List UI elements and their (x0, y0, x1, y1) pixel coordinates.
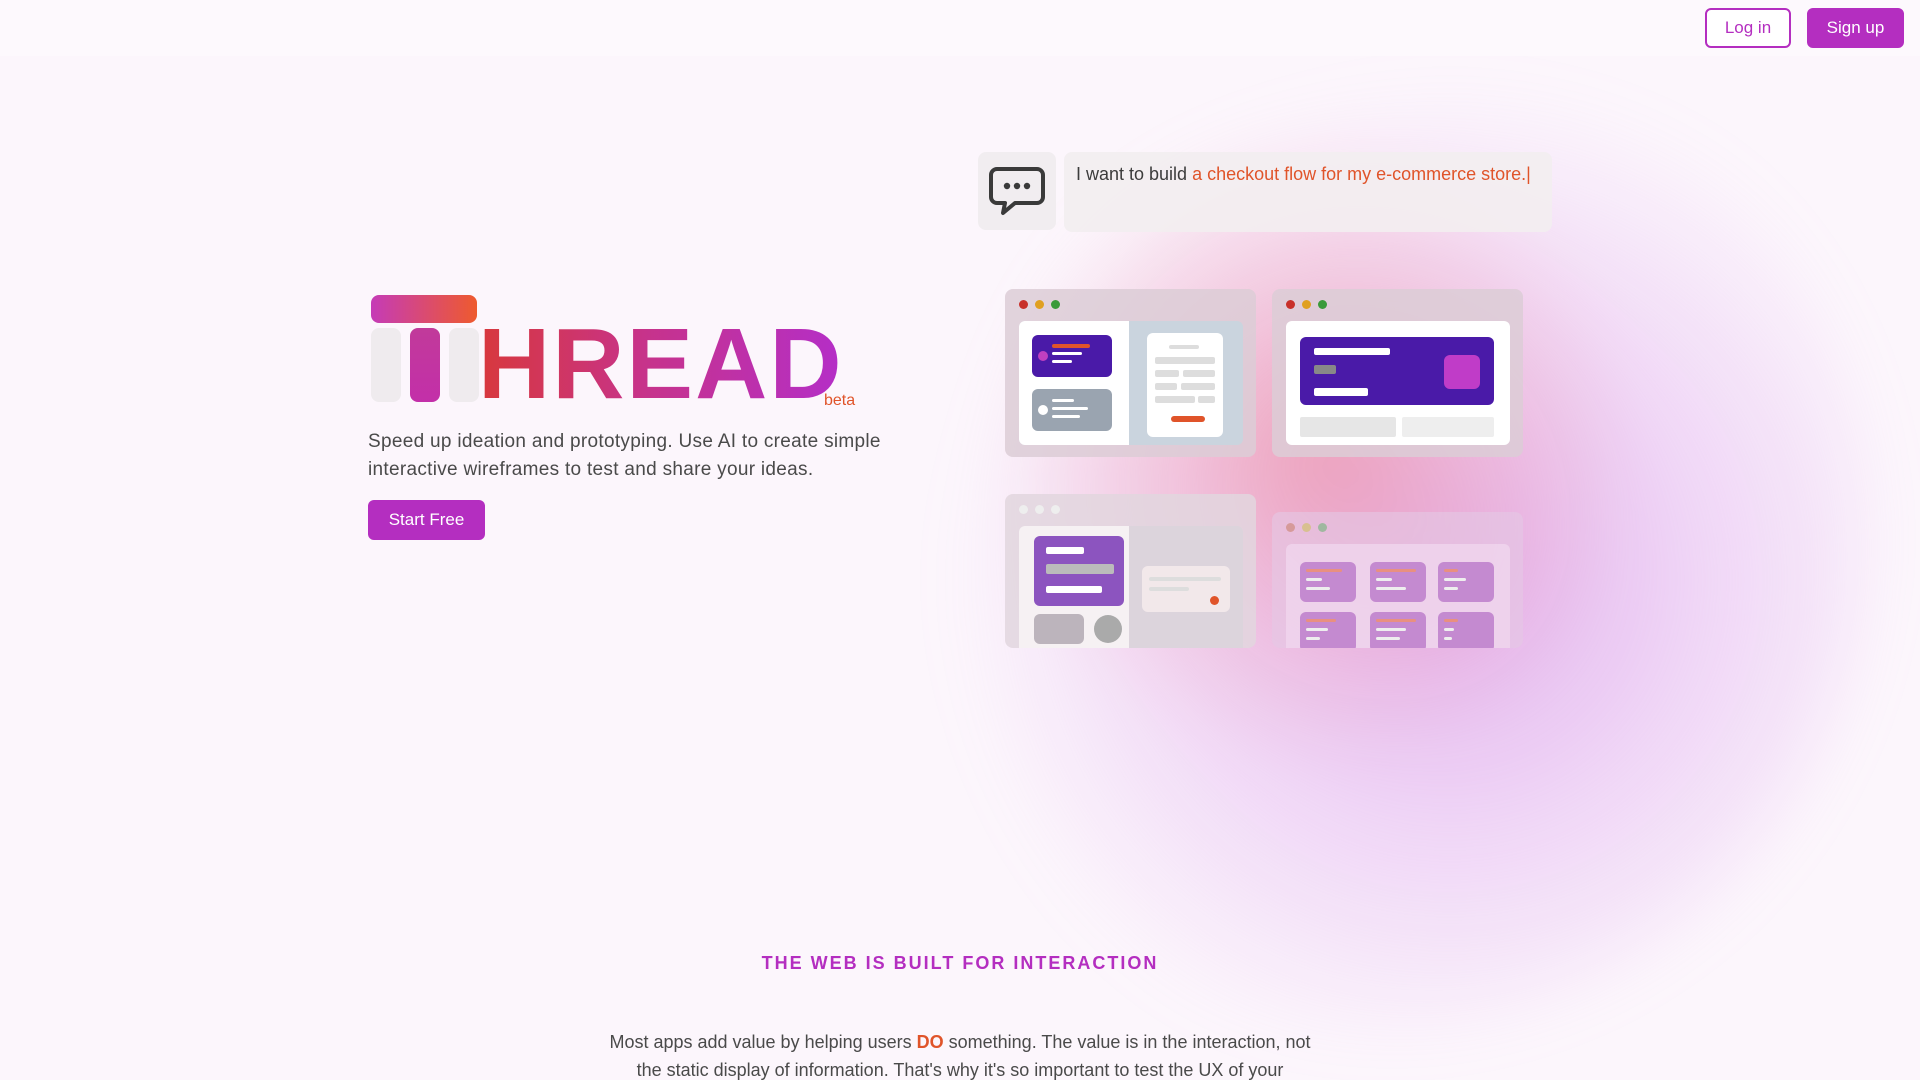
logo-pill (371, 328, 401, 402)
window-controls (1019, 300, 1060, 309)
section-text-start: Most apps add value by helping users (609, 1032, 917, 1052)
chat-bubble-icon (978, 152, 1056, 230)
section-heading: THE WEB IS BUILT FOR INTERACTION (761, 953, 1159, 973)
thread-logo: HREAD (368, 292, 888, 416)
login-button[interactable]: Log in (1705, 8, 1791, 48)
start-free-button[interactable]: Start Free (368, 500, 485, 540)
section-paragraph: Most apps add value by helping users DO … (600, 1028, 1320, 1080)
wireframe-card-dashboard (1005, 289, 1256, 457)
logo-pill (449, 328, 479, 402)
signup-button[interactable]: Sign up (1807, 8, 1904, 48)
prompt-text-box: I want to build a checkout flow for my e… (1064, 152, 1552, 232)
logo-pill-accent (410, 328, 440, 402)
prompt-highlight: a checkout flow for my e-commerce store.… (1192, 164, 1531, 184)
beta-badge: beta (824, 392, 856, 409)
logo-top-bar (371, 295, 477, 323)
window-controls (1286, 523, 1327, 532)
section-emphasis: DO (916, 1032, 944, 1052)
window-controls (1286, 300, 1327, 309)
wireframe-card-profile (1005, 494, 1256, 648)
hero-tagline: Speed up ideation and prototyping. Use A… (368, 431, 881, 480)
wireframe-card-grid (1272, 512, 1523, 648)
prompt-prefix: I want to build (1076, 164, 1193, 184)
wireframe-card-hero (1272, 289, 1523, 457)
window-controls (1019, 505, 1060, 514)
top-navigation: Log in Sign up (0, 0, 1920, 56)
logo-wordmark: HREAD (478, 308, 844, 420)
